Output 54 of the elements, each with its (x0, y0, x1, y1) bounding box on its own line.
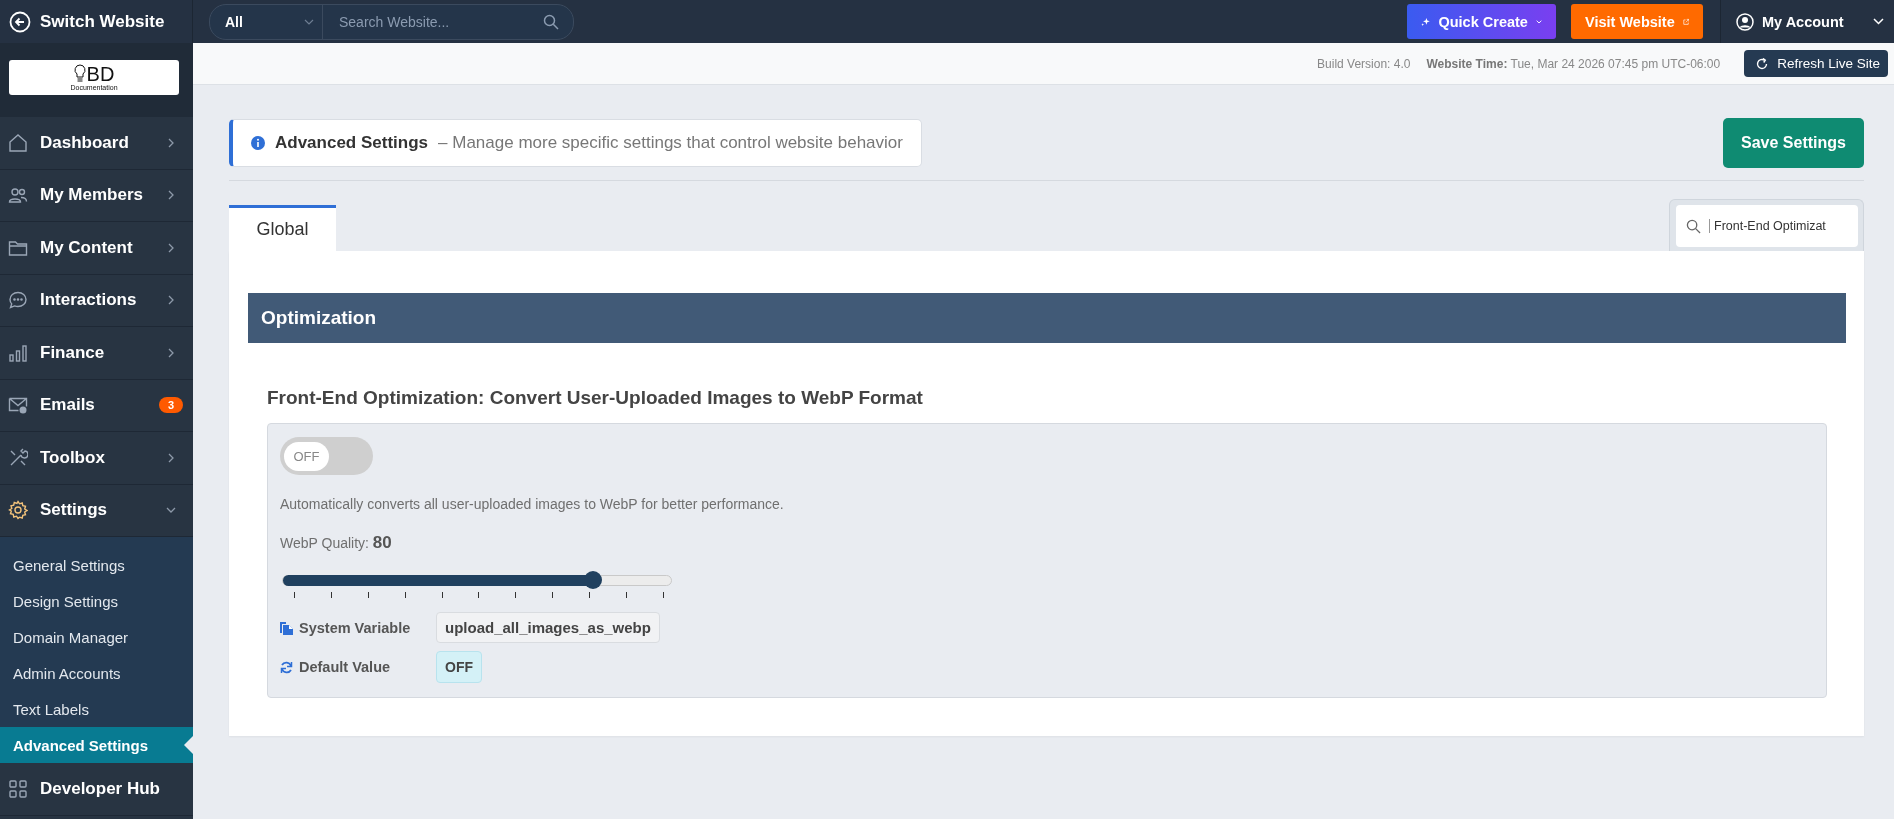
nav-item[interactable]: Finance (0, 327, 193, 380)
copy-icon (280, 620, 293, 635)
default-value-label: Default Value (299, 659, 391, 675)
nav-item[interactable]: Dashboard (0, 117, 193, 170)
nav-item[interactable]: Emails 3 (0, 379, 193, 432)
search-field[interactable]: Search Website... (337, 12, 543, 31)
system-variable-label: System Variable (299, 619, 411, 636)
system-variable-value: upload_all_images_as_webp (436, 612, 660, 643)
website-time: Website Time: Tue, Mar 24 2026 07:45 pm UTC-06:00 (1426, 56, 1721, 71)
submenu-item[interactable]: Advanced Settings (0, 727, 193, 763)
submenu-item[interactable]: General Settings (0, 547, 193, 583)
nav-item[interactable]: My Members (0, 169, 193, 222)
submenu-item[interactable]: Admin Accounts (0, 655, 193, 691)
section-header: Optimization (248, 293, 1846, 343)
caret-icon (1873, 18, 1884, 25)
envelope-icon (8, 395, 28, 416)
submenu-item[interactable]: Text Labels (0, 691, 193, 727)
nav-item[interactable]: Toolbox (0, 432, 193, 485)
caret-icon (304, 18, 314, 25)
bar-chart-icon (8, 342, 28, 363)
refresh-icon (280, 660, 293, 674)
count-badge: 3 (158, 397, 183, 414)
setting-description: Automatically converts all user-uploaded images to WebP for better performance. (280, 496, 785, 512)
nav-item[interactable]: Developer Hub (0, 763, 193, 816)
save-settings-button[interactable]: Save Settings (1723, 118, 1864, 168)
page-title: Advanced Settings (275, 133, 429, 153)
page-description: – Manage more specific settings that control website behavior (438, 133, 903, 153)
setting-title: Front-End Optimization: Convert User-Uploaded Images to WebP Format (267, 387, 924, 409)
nav-item[interactable]: My Content (0, 222, 193, 275)
submenu-item[interactable]: Domain Manager (0, 619, 193, 655)
submenu-item[interactable]: Design Settings (0, 583, 193, 619)
tab[interactable]: Global (229, 205, 336, 251)
search-scope-dropdown[interactable]: All (210, 4, 323, 39)
people-icon (8, 185, 28, 206)
settings-icon (8, 500, 28, 521)
settings-search-field[interactable]: Front-End Optimizat (1676, 205, 1858, 247)
refresh-live-site-button[interactable]: Refresh Live Site (1744, 50, 1888, 77)
info-icon (251, 136, 265, 150)
grid-icon (8, 778, 28, 799)
caret-icon (1535, 18, 1542, 25)
slider-thumb[interactable] (584, 571, 603, 589)
search-bar[interactable]: All Search Website... (209, 3, 574, 40)
refresh-icon (1756, 57, 1769, 70)
default-value-tag: OFF (436, 651, 482, 683)
search-icon (1686, 218, 1701, 234)
quality-label: WebP Quality: 80 (280, 533, 393, 553)
chat-bubble-icon (8, 290, 28, 311)
search-icon (543, 13, 559, 30)
quick-create-button[interactable]: Quick Create (1407, 4, 1556, 39)
toggle-switch[interactable]: OFF (280, 437, 373, 475)
house-icon (8, 132, 28, 153)
nav-item[interactable]: Interactions (0, 274, 193, 327)
user-icon (1736, 12, 1754, 31)
build-version: Build Version: 4.0 (1317, 56, 1411, 71)
